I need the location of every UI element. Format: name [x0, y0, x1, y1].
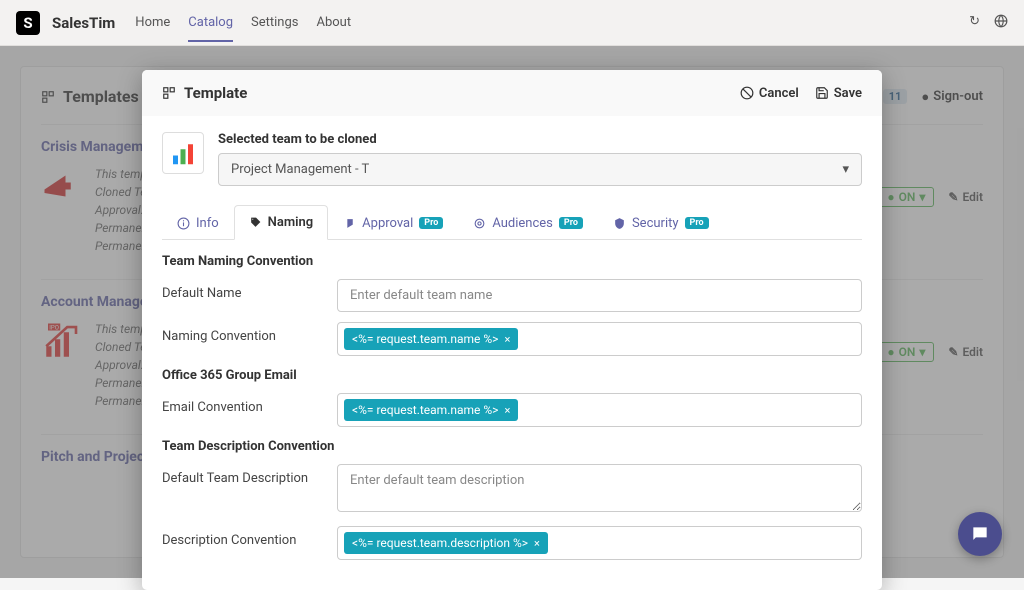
cancel-button[interactable]: Cancel — [740, 86, 799, 101]
default-desc-input[interactable] — [337, 464, 862, 512]
team-select-value: Project Management - T — [231, 162, 369, 177]
tab-security[interactable]: Security Pro — [598, 205, 724, 240]
nav-settings[interactable]: Settings — [251, 3, 298, 42]
desc-convention-label: Description Convention — [162, 526, 337, 548]
refresh-icon[interactable]: ↻ — [969, 14, 980, 32]
pro-badge: Pro — [685, 217, 709, 229]
globe-icon[interactable] — [994, 14, 1008, 32]
section-heading: Team Description Convention — [162, 439, 862, 454]
desc-tag[interactable]: <%= request.team.description %> × — [344, 532, 548, 554]
section-heading: Office 365 Group Email — [162, 368, 862, 383]
template-modal: Template Cancel Save Selected team to be… — [142, 70, 882, 590]
tab-info[interactable]: Info — [162, 205, 234, 240]
remove-tag-icon[interactable]: × — [534, 537, 540, 550]
remove-tag-icon[interactable]: × — [504, 333, 510, 346]
section-heading: Team Naming Convention — [162, 254, 862, 269]
nav-about[interactable]: About — [316, 3, 351, 42]
default-name-input[interactable] — [337, 279, 862, 312]
chevron-down-icon: ▾ — [842, 162, 849, 177]
email-convention-input[interactable]: <%= request.team.name %> × — [337, 393, 862, 427]
remove-tag-icon[interactable]: × — [504, 404, 510, 417]
brand-name: SalesTim — [52, 14, 115, 32]
modal-title: Template — [162, 84, 247, 102]
naming-convention-input[interactable]: <%= request.team.name %> × — [337, 322, 862, 356]
naming-tag[interactable]: <%= request.team.name %> × — [344, 328, 518, 350]
email-tag[interactable]: <%= request.team.name %> × — [344, 399, 518, 421]
select-team-label: Selected team to be cloned — [218, 132, 862, 147]
team-icon — [162, 132, 204, 174]
naming-convention-label: Naming Convention — [162, 322, 337, 344]
pro-badge: Pro — [419, 217, 443, 229]
nav-home[interactable]: Home — [135, 3, 170, 42]
default-desc-label: Default Team Description — [162, 464, 337, 486]
default-name-label: Default Name — [162, 279, 337, 301]
pro-badge: Pro — [559, 217, 583, 229]
email-convention-label: Email Convention — [162, 393, 337, 415]
modal-tabs: Info Naming Approval Pro Audiences Pro S… — [162, 204, 862, 240]
tab-naming[interactable]: Naming — [234, 205, 329, 240]
save-button[interactable]: Save — [815, 86, 862, 101]
tab-approval[interactable]: Approval Pro — [328, 205, 458, 240]
nav-catalog[interactable]: Catalog — [188, 3, 233, 42]
app-logo: S — [16, 11, 40, 35]
desc-convention-input[interactable]: <%= request.team.description %> × — [337, 526, 862, 560]
team-select[interactable]: Project Management - T ▾ — [218, 153, 862, 186]
chat-fab[interactable] — [958, 512, 1002, 556]
top-bar: S SalesTim Home Catalog Settings About ↻ — [0, 0, 1024, 46]
top-nav: Home Catalog Settings About — [135, 3, 351, 42]
tab-audiences[interactable]: Audiences Pro — [458, 205, 598, 240]
